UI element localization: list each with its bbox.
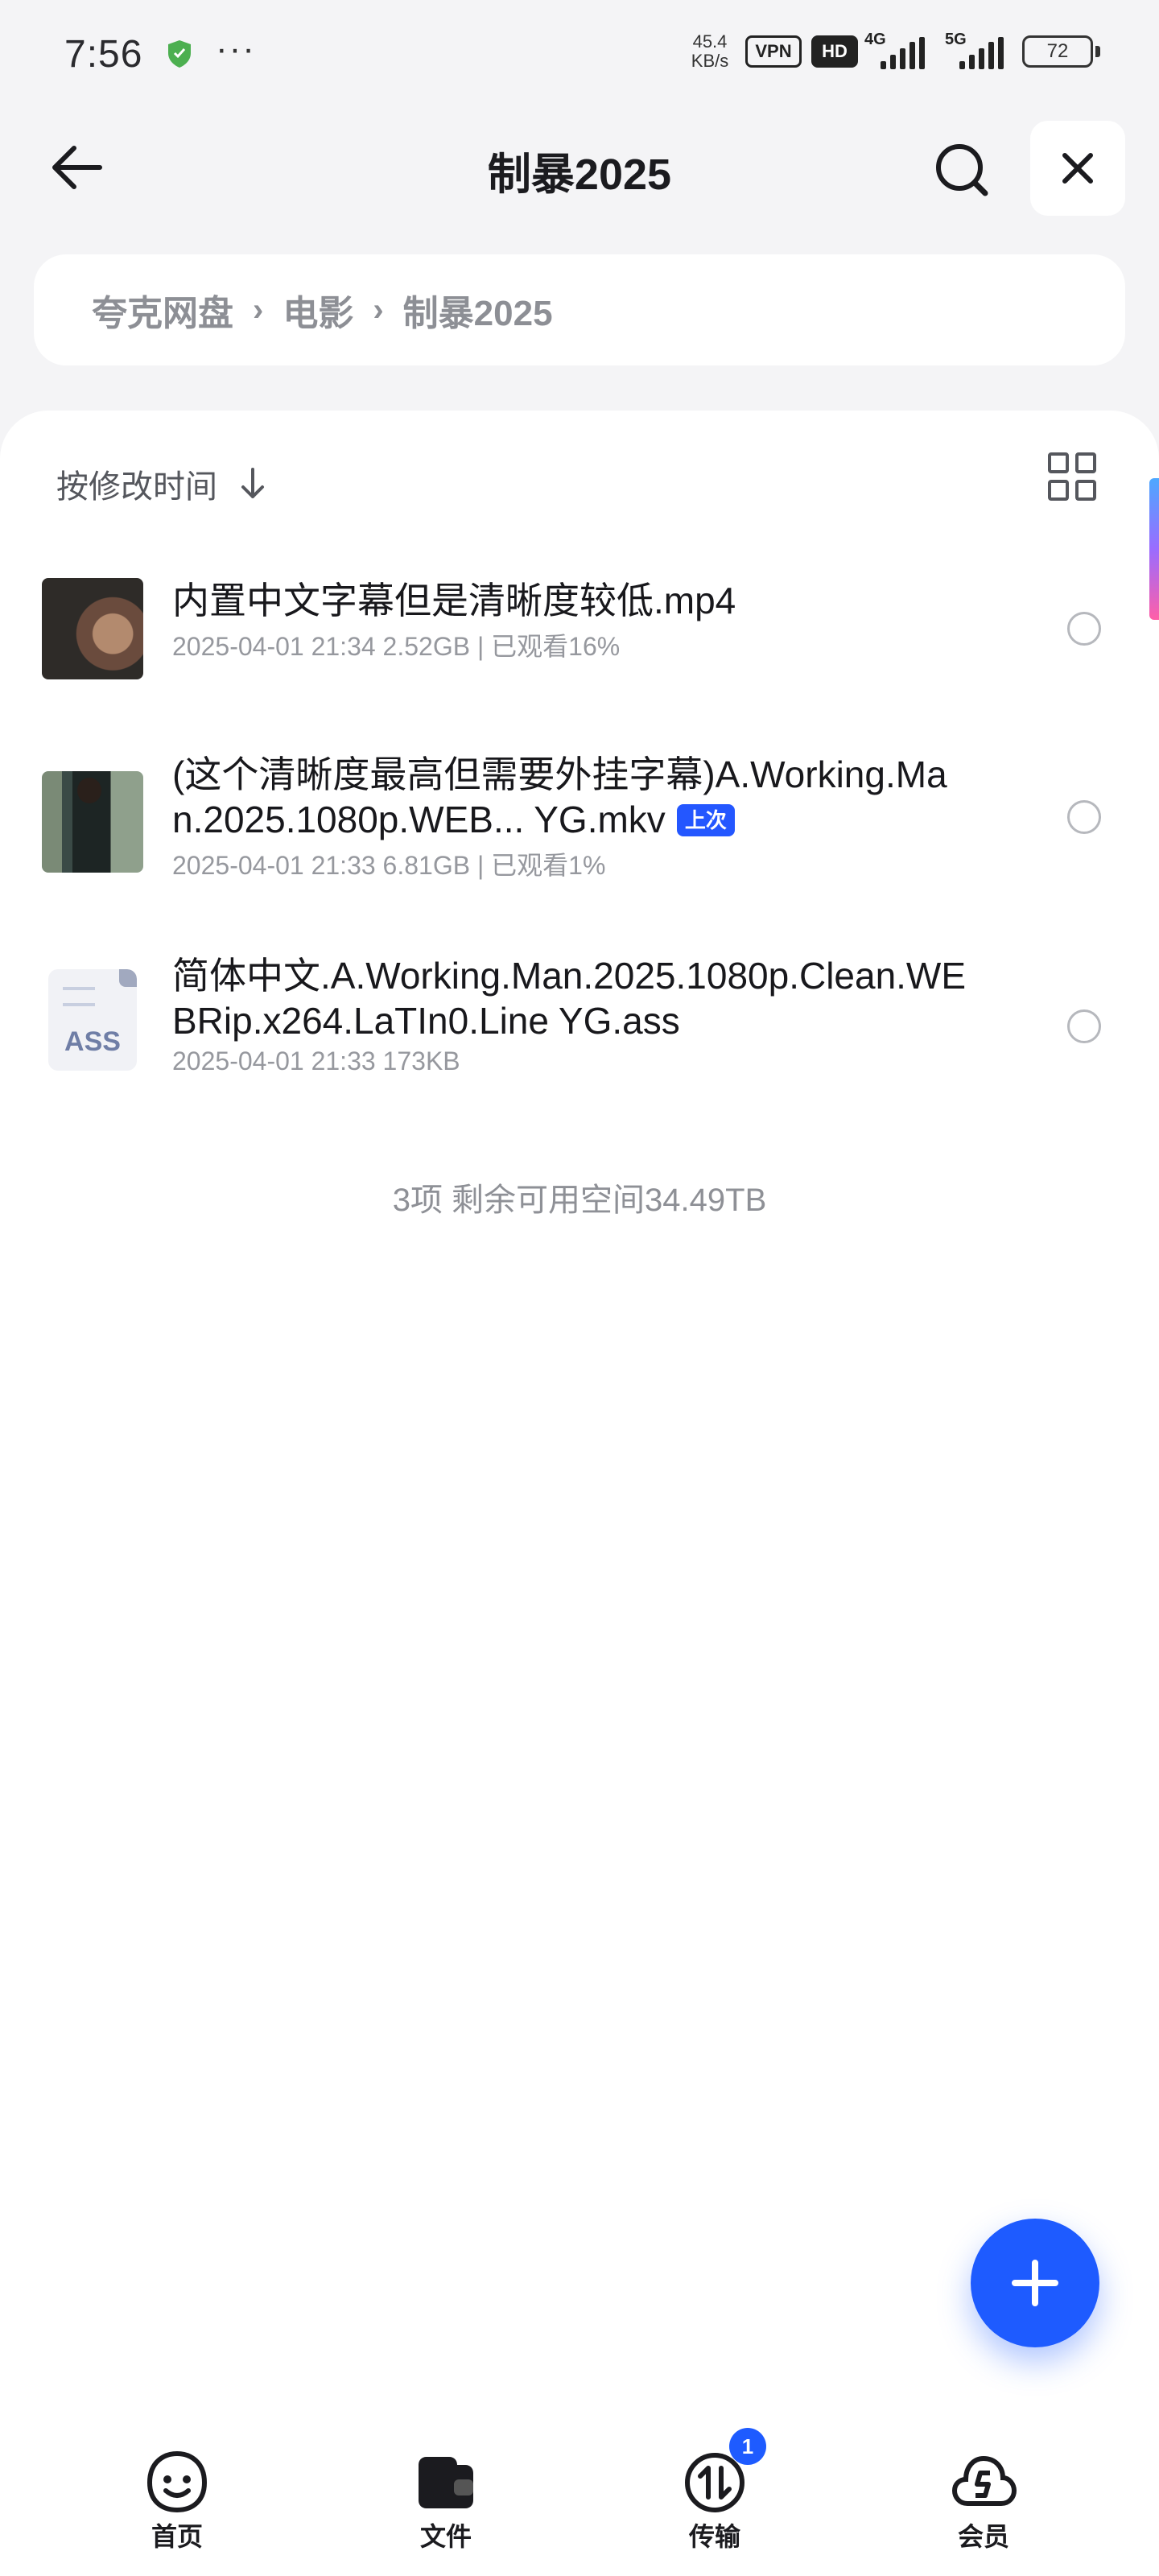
search-button[interactable]	[926, 134, 998, 206]
arrow-down-icon	[241, 468, 264, 498]
list-item[interactable]: ASS 简体中文.A.Working.Man.2025.1080p.Clean.…	[0, 955, 1159, 1095]
document-fold	[119, 969, 137, 987]
breadcrumb-item-root[interactable]: 夸克网盘	[92, 284, 233, 336]
more-dots-icon: ···	[216, 29, 256, 68]
list-item[interactable]: (这个清晰度最高但需要外挂字幕)A.Working.Man.2025.1080p…	[0, 753, 1159, 894]
folder-icon	[412, 2447, 480, 2515]
signal-1-bars-icon	[881, 35, 925, 69]
ass-label: ASS	[64, 1026, 121, 1057]
close-button[interactable]	[1030, 121, 1125, 216]
vpn-badge: VPN	[745, 35, 802, 68]
nav-label: 会员	[957, 2522, 1009, 2551]
breadcrumb-separator: ›	[373, 291, 384, 328]
file-info: 简体中文.A.Working.Man.2025.1080p.Clean.WEBR…	[172, 953, 977, 1076]
last-played-badge: 上次	[676, 804, 735, 836]
breadcrumb-item-movies[interactable]: 电影	[283, 284, 353, 336]
net-speed-value: 45.4	[692, 31, 728, 52]
nav-item-files[interactable]: 文件	[382, 2447, 510, 2553]
nav-item-vip[interactable]: 会员	[919, 2447, 1048, 2553]
file-meta: 2025-04-01 21:33 6.81GB | 已观看1%	[172, 851, 606, 880]
breadcrumb: 夸克网盘 › 电影 › 制暴2025	[34, 254, 1125, 365]
status-time: 7:56	[64, 33, 143, 76]
list-item[interactable]: 内置中文字幕但是清晰度较低.mp4 2025-04-01 21:34 2.52G…	[0, 578, 1159, 691]
grid-view-icon	[1048, 452, 1069, 473]
breadcrumb-item-current: 制暴2025	[402, 294, 553, 333]
transfer-count-badge: 1	[729, 2428, 766, 2465]
signal-2-bars-icon	[959, 35, 1004, 69]
search-icon	[936, 144, 988, 196]
video-thumbnail	[42, 771, 143, 873]
breadcrumb-separator: ›	[253, 291, 264, 328]
arrow-left-icon	[52, 146, 102, 189]
select-checkbox[interactable]	[1067, 612, 1101, 646]
transfer-icon: 1	[681, 2428, 766, 2515]
file-name: (这个清晰度最高但需要外挂字幕)A.Working.Man.2025.1080p…	[172, 752, 977, 842]
hd-badge: HD	[811, 35, 858, 68]
sort-control[interactable]: 按修改时间	[56, 456, 269, 512]
nav-item-transfer[interactable]: 1 传输	[650, 2428, 779, 2553]
file-info: 内置中文字幕但是清晰度较低.mp4 2025-04-01 21:34 2.52G…	[172, 578, 977, 663]
file-info: (这个清晰度最高但需要外挂字幕)A.Working.Man.2025.1080p…	[172, 752, 977, 882]
file-name: 内置中文字幕但是清晰度较低.mp4	[172, 580, 736, 621]
shield-icon	[168, 40, 191, 68]
status-bar: 7:56 ··· 45.4 KB/s VPN HD 4G 5G 72	[0, 0, 1159, 105]
file-meta: 2025-04-01 21:34 2.52GB | 已观看16%	[172, 632, 621, 661]
ass-file-icon: ASS	[48, 969, 137, 1071]
nav-label: 首页	[151, 2522, 203, 2551]
net-speed-unit: KB/s	[691, 51, 729, 71]
video-thumbnail	[42, 578, 143, 679]
close-icon	[1062, 153, 1093, 184]
plus-icon	[1012, 2260, 1058, 2306]
nav-label: 传输	[688, 2522, 740, 2551]
select-checkbox[interactable]	[1067, 800, 1101, 834]
storage-summary: 3项 剩余可用空间34.49TB	[392, 1183, 767, 1218]
grid-view-button[interactable]	[1048, 452, 1096, 501]
page-title: 制暴2025	[487, 151, 672, 199]
file-meta: 2025-04-01 21:33 173KB	[172, 1046, 460, 1075]
sort-label: 按修改时间	[56, 469, 217, 505]
screen: 7:56 ··· 45.4 KB/s VPN HD 4G 5G 72 制暴202…	[0, 0, 1159, 2576]
file-name: 简体中文.A.Working.Man.2025.1080p.Clean.WEBR…	[172, 955, 967, 1042]
nav-item-home[interactable]: 首页	[113, 2447, 241, 2553]
add-button[interactable]	[971, 2219, 1099, 2347]
net-speed: 45.4 KB/s	[686, 32, 734, 71]
battery-indicator: 72	[1022, 35, 1100, 68]
bottom-nav: 首页 文件 1 传输 会员	[0, 2423, 1159, 2576]
file-name-text: (这个清晰度最高但需要外挂字幕)A.Working.Man.2025.1080p…	[172, 753, 947, 840]
document-lines	[63, 987, 95, 1006]
cloud-vip-icon	[950, 2447, 1017, 2515]
back-button[interactable]	[40, 135, 113, 200]
nav-label: 文件	[419, 2522, 472, 2551]
select-checkbox[interactable]	[1067, 1009, 1101, 1043]
smiley-home-icon	[143, 2447, 211, 2515]
